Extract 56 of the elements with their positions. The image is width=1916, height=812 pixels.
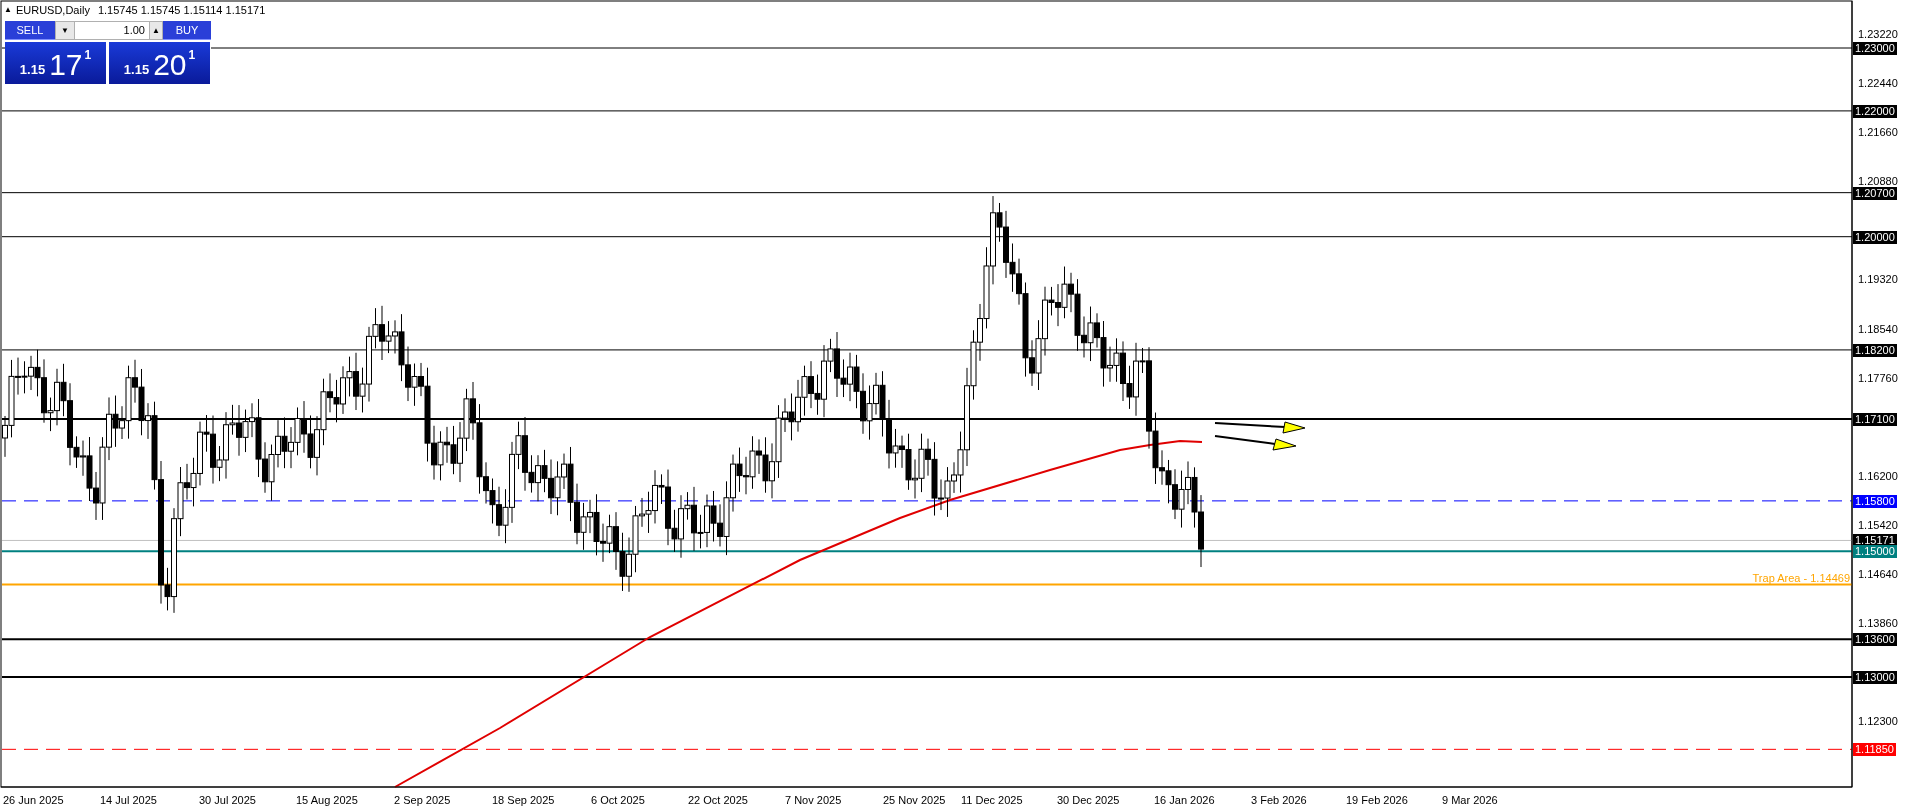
lot-size-field[interactable]: 1.00 bbox=[75, 21, 149, 40]
price-big-digits: 17 bbox=[49, 50, 83, 80]
date-label: 25 Nov 2025 bbox=[883, 793, 946, 808]
price-prefix: 1.15 bbox=[123, 60, 150, 79]
price-level-label: 1.20700 bbox=[1853, 186, 1897, 200]
date-label: 30 Jul 2025 bbox=[199, 793, 256, 808]
date-label: 3 Feb 2026 bbox=[1251, 793, 1307, 808]
price-big-digits: 20 bbox=[153, 50, 187, 80]
price-tick-label: 1.13860 bbox=[1858, 616, 1898, 630]
price-superscript: 1 bbox=[84, 47, 92, 64]
date-label: 6 Oct 2025 bbox=[591, 793, 645, 808]
price-tick-label: 1.22440 bbox=[1858, 77, 1898, 91]
date-label: 18 Sep 2025 bbox=[492, 793, 555, 808]
buy-button[interactable]: BUY bbox=[163, 21, 211, 40]
date-label: 2 Sep 2025 bbox=[394, 793, 451, 808]
ohlc-values: 1.15745 1.15745 1.15114 1.15171 bbox=[97, 3, 266, 18]
price-tick-label: 1.20880 bbox=[1858, 175, 1898, 189]
price-tick-label: 1.21660 bbox=[1858, 126, 1898, 140]
price-level-label: 1.13000 bbox=[1853, 671, 1897, 684]
price-tick-label: 1.16200 bbox=[1858, 469, 1898, 483]
price-tick-label: 1.12300 bbox=[1858, 715, 1898, 728]
price-level-label: 1.11850 bbox=[1853, 743, 1896, 757]
date-label: 15 Aug 2025 bbox=[296, 793, 358, 808]
date-label: 16 Jan 2026 bbox=[1154, 793, 1215, 808]
price-level-label: 1.17100 bbox=[1853, 413, 1897, 427]
date-label: 7 Nov 2025 bbox=[785, 793, 842, 808]
price-tick-label: 1.17760 bbox=[1858, 371, 1898, 385]
arrow-icon bbox=[1214, 421, 1306, 434]
price-superscript: 1 bbox=[188, 47, 196, 64]
date-label: 19 Feb 2026 bbox=[1346, 793, 1408, 808]
price-tick-label: 1.23220 bbox=[1858, 28, 1898, 42]
price-tick-label: 1.15420 bbox=[1858, 518, 1898, 532]
date-label: 9 Mar 2026 bbox=[1442, 793, 1498, 808]
increase-lot-button[interactable]: ▲ bbox=[149, 21, 163, 40]
price-level-label: 1.13600 bbox=[1853, 633, 1897, 647]
price-level-label: 1.20000 bbox=[1853, 230, 1897, 244]
price-tick-label: 1.19320 bbox=[1858, 273, 1898, 287]
decrease-lot-button[interactable]: ▼ bbox=[55, 21, 75, 40]
price-level-label: 1.22000 bbox=[1853, 104, 1897, 118]
price-level-label: 1.18200 bbox=[1853, 343, 1897, 357]
price-prefix: 1.15 bbox=[19, 60, 46, 79]
price-level-label: 1.15800 bbox=[1853, 494, 1897, 508]
price-level-label: 1.15000 bbox=[1853, 545, 1897, 559]
price-level-label: 1.23000 bbox=[1853, 42, 1897, 55]
trap-area-label: Trap Area - 1.14469 bbox=[1752, 570, 1850, 586]
date-label: 11 Dec 2025 bbox=[961, 793, 1023, 808]
price-tick-label: 1.14640 bbox=[1858, 567, 1898, 581]
price-tick-label: 1.18540 bbox=[1858, 322, 1898, 336]
arrow-icon bbox=[1214, 435, 1297, 451]
collapse-icon[interactable]: ▲ bbox=[4, 4, 12, 17]
date-label: 30 Dec 2025 bbox=[1057, 793, 1120, 808]
date-label: 26 Jun 2025 bbox=[3, 793, 64, 808]
symbol-title: EURUSD,Daily bbox=[15, 3, 90, 18]
date-label: 14 Jul 2025 bbox=[100, 793, 157, 808]
sell-button[interactable]: SELL bbox=[5, 21, 55, 40]
date-label: 22 Oct 2025 bbox=[688, 793, 748, 808]
